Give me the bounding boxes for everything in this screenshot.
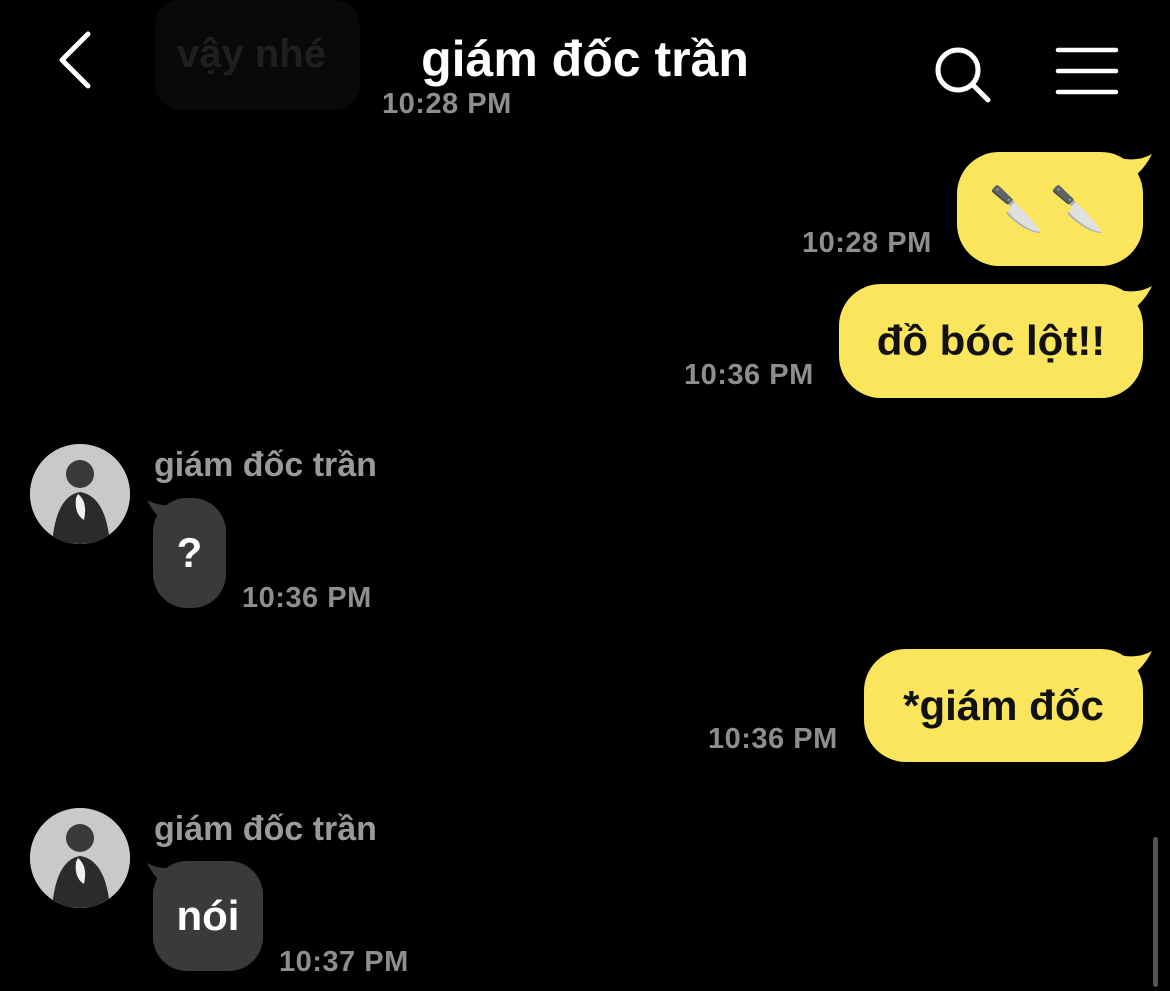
message-time: 10:36 PM (684, 359, 814, 391)
avatar[interactable] (30, 808, 130, 908)
avatar-photo (30, 444, 130, 544)
sender-name: giám đốc trần (154, 446, 377, 484)
message-time: 10:36 PM (242, 582, 372, 614)
message-text: 🔪🔪 (989, 185, 1111, 234)
bubble-tail (1118, 286, 1152, 310)
avatar-photo (30, 808, 130, 908)
message-text: nói (176, 892, 240, 939)
bubble-tail (1118, 154, 1152, 178)
message-text: *giám đốc (903, 681, 1104, 729)
scrollbar[interactable] (1153, 837, 1158, 987)
sender-name: giám đốc trần (154, 810, 377, 848)
search-button[interactable] (932, 44, 994, 106)
outgoing-message-bubble[interactable]: đồ bóc lột!! (839, 284, 1143, 398)
outgoing-message-bubble[interactable]: *giám đốc (864, 649, 1143, 762)
outgoing-message-bubble[interactable]: 🔪🔪 (957, 152, 1143, 266)
bubble-tail (147, 863, 181, 887)
hamburger-menu-icon (1055, 47, 1119, 95)
bubble-tail (1118, 651, 1152, 675)
message-time: 10:28 PM (802, 227, 932, 259)
message-text: ? (176, 529, 203, 576)
avatar[interactable] (30, 444, 130, 544)
message-time: 10:37 PM (279, 946, 409, 978)
search-icon (935, 47, 991, 103)
message-text: đồ bóc lột!! (876, 317, 1106, 364)
bubble-tail (147, 500, 181, 524)
chat-title: giám đốc trần (421, 31, 749, 87)
menu-button[interactable] (1055, 46, 1119, 96)
previous-message-time: 10:28 PM (382, 88, 512, 120)
message-time: 10:36 PM (708, 723, 838, 755)
